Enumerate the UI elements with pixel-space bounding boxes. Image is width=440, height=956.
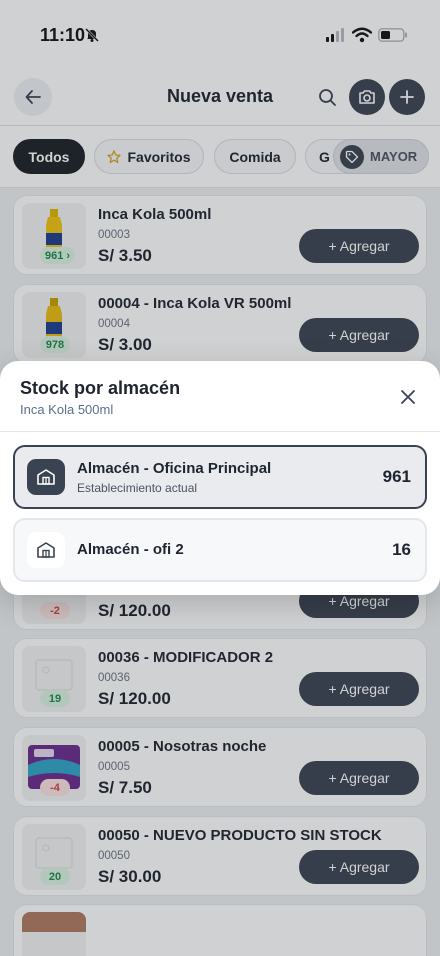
close-button[interactable] [396,385,420,409]
warehouse-stock-count: 16 [392,540,411,559]
warehouse-icon [27,532,65,568]
warehouse-description: Establecimiento actual [77,481,198,495]
modal-title: Stock por almacén [20,378,181,398]
warehouse-stock-count: 961 [382,467,411,486]
warehouse-row[interactable]: Almacén - ofi 2 16 [13,518,427,582]
divider [0,431,440,432]
warehouse-icon [27,459,65,495]
warehouse-name: Almacén - ofi 2 [77,541,184,558]
modal-subtitle: Inca Kola 500ml [20,402,114,417]
warehouse-row-active[interactable]: Almacén - Oficina Principal Establecimie… [13,445,427,509]
close-icon [401,390,415,404]
warehouse-name: Almacén - Oficina Principal [77,460,272,477]
stock-modal: Stock por almacén Inca Kola 500ml Almacé… [0,361,440,595]
